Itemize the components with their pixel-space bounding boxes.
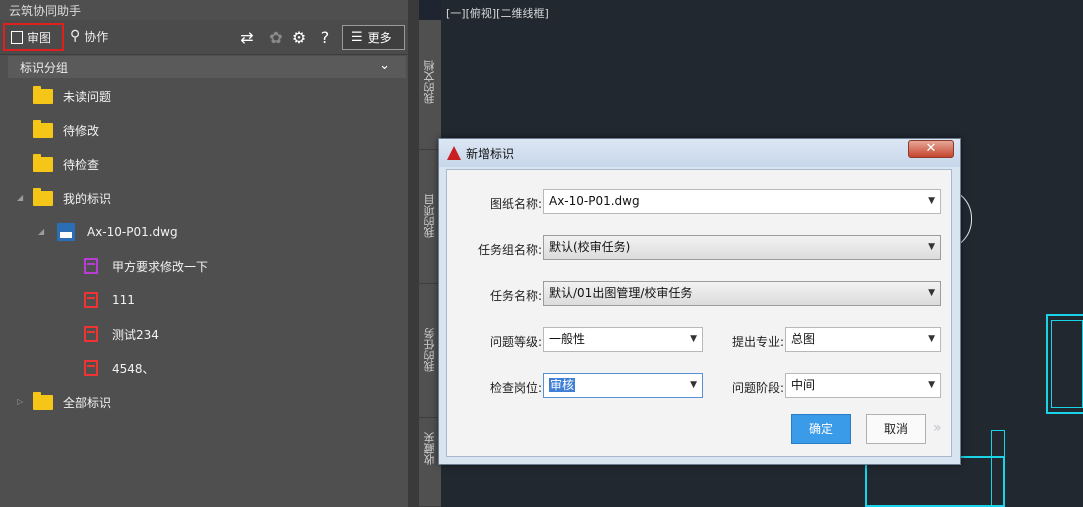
- dialog-titlebar[interactable]: 新增标识 ✕: [439, 139, 960, 167]
- expand-triangle-icon[interactable]: ◢: [38, 227, 44, 236]
- dropdown-arrow-icon: ▼: [928, 380, 935, 390]
- issue-stage-label: 问题阶段:: [731, 381, 784, 395]
- help-icon[interactable]: ?: [316, 29, 334, 47]
- lightbulb-icon[interactable]: ✿: [267, 29, 285, 47]
- tab-label: 我的项目: [423, 194, 436, 238]
- tree-item-label: 111: [112, 293, 135, 307]
- dropdown-arrow-icon: ▼: [928, 242, 935, 252]
- tree-item-label: 测试234: [112, 327, 159, 342]
- dialog-body: 图纸名称: Ax-10-P01.dwg ▼ 任务组名称: 默认(校审任务) ▼ …: [446, 169, 952, 457]
- dropdown-arrow-icon: ▼: [928, 196, 935, 206]
- mark-icon: [84, 326, 98, 342]
- dropdown-arrow-icon: ▼: [928, 334, 935, 344]
- dropdown-arrow-icon: ▼: [690, 380, 697, 390]
- task-name-select[interactable]: 默认/01出图管理/校审任务 ▼: [543, 281, 941, 306]
- mark-icon: [84, 258, 98, 274]
- tree-item-mark[interactable]: 甲方要求修改一下: [84, 249, 208, 283]
- check-post-label: 检查岗位:: [489, 381, 542, 395]
- viewport-label[interactable]: [一][俯视][二维线框]: [446, 5, 549, 21]
- issue-level-value: 一般性: [549, 332, 586, 346]
- tab-label: 我的文档: [423, 60, 436, 104]
- collab-tab-button[interactable]: ⚲ 协作: [70, 24, 108, 48]
- tree-item-pending-modify[interactable]: 待修改: [33, 113, 99, 147]
- check-post-select[interactable]: 审核 ▼: [543, 373, 703, 398]
- more-button[interactable]: ☰ 更多: [342, 25, 405, 50]
- tree-item-pending-check[interactable]: 待检查: [33, 147, 99, 181]
- panel-title: 云筑协同助手: [9, 4, 82, 18]
- tree-item-all-marks[interactable]: 全部标识: [33, 385, 111, 419]
- mark-icon: [84, 292, 98, 308]
- task-group-label: 任务组名称:: [477, 243, 542, 257]
- side-panel: 云筑协同助手 审图 ⚲ 协作 ⇄ ✿ ⚙ ? ☰ 更多 标识分组 ⌄ 未读问题 …: [0, 0, 408, 507]
- tree-item-label: 甲方要求修改一下: [112, 259, 209, 274]
- expand-triangle-icon[interactable]: ◢: [17, 193, 23, 202]
- new-mark-dialog: 新增标识 ✕ 图纸名称: Ax-10-P01.dwg ▼ 任务组名称: 默认(校…: [438, 138, 961, 465]
- review-tab-button[interactable]: 审图: [3, 23, 64, 51]
- task-name-label: 任务名称:: [489, 289, 542, 303]
- folder-icon: [33, 85, 53, 104]
- tree-item-label: 待检查: [63, 157, 100, 172]
- dropdown-arrow-icon: ▼: [928, 288, 935, 298]
- tree-item-label: 全部标识: [63, 395, 112, 410]
- list-icon: ☰: [351, 30, 363, 45]
- drawing-file-icon: [57, 223, 75, 241]
- double-chevron-right-icon[interactable]: »: [933, 420, 942, 436]
- task-name-value: 默认/01出图管理/校审任务: [549, 286, 693, 300]
- close-icon: ✕: [925, 141, 937, 156]
- tree-item-mark[interactable]: 4548、: [84, 351, 155, 385]
- ok-button[interactable]: 确定: [791, 414, 851, 444]
- tree-item-label: 待修改: [63, 123, 100, 138]
- tab-label: 我的任务: [423, 328, 436, 372]
- issue-level-label: 问题等级:: [489, 335, 542, 349]
- cancel-button[interactable]: 取消: [866, 414, 926, 444]
- folder-icon: [33, 153, 53, 172]
- mark-icon: [84, 360, 98, 376]
- tree-item-label: 我的标识: [63, 191, 112, 206]
- folder-icon: [33, 391, 53, 410]
- cad-rectangle: [991, 430, 1005, 507]
- gear-icon[interactable]: ⚙: [290, 29, 308, 47]
- tree-item-mark[interactable]: 111: [84, 283, 135, 317]
- group-header[interactable]: 标识分组 ⌄: [8, 56, 406, 78]
- close-button[interactable]: ✕: [908, 140, 954, 158]
- group-header-label: 标识分组: [20, 60, 69, 75]
- tree-item-mark[interactable]: 测试234: [84, 317, 159, 351]
- panel-splitter[interactable]: [408, 0, 419, 507]
- drawing-name-label: 图纸名称:: [489, 197, 542, 211]
- dropdown-arrow-icon: ▼: [690, 334, 697, 344]
- chevron-down-icon[interactable]: ⌄: [379, 58, 390, 73]
- folder-icon: [33, 187, 53, 206]
- check-post-value: 审核: [549, 378, 576, 392]
- collab-label: 协作: [84, 29, 109, 44]
- pin-icon: ⚲: [70, 28, 81, 44]
- tree-item-unread[interactable]: 未读问题: [33, 79, 111, 113]
- cad-rectangle: [1051, 320, 1083, 408]
- panel-toolbar: 审图 ⚲ 协作 ⇄ ✿ ⚙ ? ☰ 更多: [0, 20, 408, 55]
- tree-item-my-marks[interactable]: 我的标识: [33, 181, 111, 215]
- issue-level-select[interactable]: 一般性 ▼: [543, 327, 703, 352]
- task-group-value: 默认(校审任务): [549, 240, 631, 254]
- sync-icon[interactable]: ⇄: [238, 29, 256, 47]
- tree-item-label: 未读问题: [63, 89, 112, 104]
- tab-my-documents[interactable]: 我的文档: [419, 20, 441, 150]
- issue-stage-select[interactable]: 中间 ▼: [785, 373, 941, 398]
- autocad-logo-icon: [447, 146, 461, 160]
- discipline-value: 总图: [791, 332, 816, 346]
- drawing-name-select[interactable]: Ax-10-P01.dwg ▼: [543, 189, 941, 214]
- review-icon: [11, 30, 23, 44]
- more-label: 更多: [367, 31, 392, 45]
- drawing-name-value: Ax-10-P01.dwg: [549, 194, 640, 208]
- tree-item-drawing[interactable]: Ax-10-P01.dwg: [57, 215, 178, 249]
- folder-icon: [33, 119, 53, 138]
- discipline-label: 提出专业:: [731, 335, 784, 349]
- task-group-select[interactable]: 默认(校审任务) ▼: [543, 235, 941, 260]
- review-label: 审图: [27, 30, 52, 45]
- tab-label: 收藏夹: [423, 432, 436, 465]
- dialog-title: 新增标识: [466, 147, 515, 161]
- collapse-triangle-icon[interactable]: ▷: [17, 397, 23, 406]
- issue-stage-value: 中间: [791, 378, 816, 392]
- tree-item-label: Ax-10-P01.dwg: [87, 225, 178, 239]
- tree-item-label: 4548、: [112, 361, 155, 376]
- discipline-select[interactable]: 总图 ▼: [785, 327, 941, 352]
